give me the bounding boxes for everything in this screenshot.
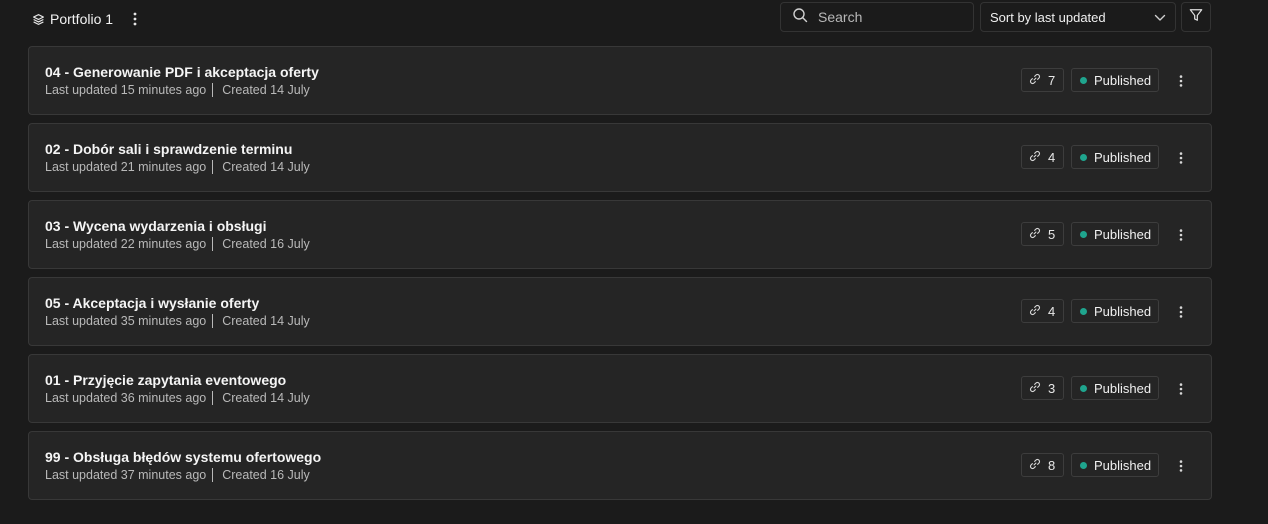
- status-badge: Published: [1071, 453, 1159, 477]
- links-count: 8: [1048, 457, 1056, 473]
- row-more-vertical-icon[interactable]: [1173, 148, 1189, 168]
- status-label: Published: [1094, 72, 1152, 88]
- link-icon: [1029, 304, 1041, 319]
- item-title[interactable]: 05 - Akceptacja i wysłanie oferty: [45, 295, 259, 311]
- links-count: 7: [1048, 72, 1056, 88]
- process-list: 04 - Generowanie PDF i akceptacja oferty…: [28, 46, 1212, 508]
- layers-icon: [32, 13, 45, 26]
- status-label: Published: [1094, 303, 1152, 319]
- links-count: 5: [1048, 226, 1056, 242]
- item-meta: Last updated 22 minutes ago Created 16 J…: [45, 237, 310, 251]
- links-count: 4: [1048, 303, 1056, 319]
- filter-button[interactable]: [1181, 2, 1211, 32]
- meta-divider: [212, 468, 214, 482]
- list-item[interactable]: 03 - Wycena wydarzenia i obsługi Last up…: [28, 200, 1212, 269]
- status-badge: Published: [1071, 68, 1159, 92]
- list-item[interactable]: 99 - Obsługa błędów systemu ofertowego L…: [28, 431, 1212, 500]
- status-dot: [1080, 461, 1087, 469]
- row-more-vertical-icon[interactable]: [1173, 456, 1189, 476]
- item-title[interactable]: 01 - Przyjęcie zapytania eventowego: [45, 372, 286, 388]
- row-more-vertical-icon[interactable]: [1173, 225, 1189, 245]
- item-title[interactable]: 99 - Obsługa błędów systemu ofertowego: [45, 449, 321, 465]
- meta-divider: [212, 314, 214, 328]
- item-last-updated: Last updated 21 minutes ago: [45, 160, 207, 174]
- links-count-badge[interactable]: 4: [1021, 145, 1065, 169]
- item-last-updated: Last updated 36 minutes ago: [45, 391, 207, 405]
- status-label: Published: [1094, 226, 1152, 242]
- list-item[interactable]: 05 - Akceptacja i wysłanie oferty Last u…: [28, 277, 1212, 346]
- meta-divider: [212, 237, 214, 251]
- link-icon: [1029, 150, 1041, 165]
- status-dot: [1080, 76, 1087, 84]
- item-meta: Last updated 21 minutes ago Created 14 J…: [45, 160, 310, 174]
- row-more-vertical-icon[interactable]: [1173, 379, 1189, 399]
- item-created: Created 16 July: [222, 237, 310, 251]
- link-icon: [1029, 458, 1041, 473]
- links-count-badge[interactable]: 4: [1021, 299, 1065, 323]
- filter-icon: [1189, 8, 1203, 27]
- links-count-badge[interactable]: 8: [1021, 453, 1065, 477]
- item-created: Created 14 July: [222, 391, 310, 405]
- status-badge: Published: [1071, 376, 1159, 400]
- item-last-updated: Last updated 22 minutes ago: [45, 237, 207, 251]
- item-created: Created 16 July: [222, 468, 310, 482]
- links-count-badge[interactable]: 5: [1021, 222, 1065, 246]
- sort-selected-value: Sort by last updated: [990, 9, 1106, 25]
- status-dot: [1080, 307, 1087, 315]
- item-last-updated: Last updated 35 minutes ago: [45, 314, 207, 328]
- item-meta: Last updated 15 minutes ago Created 14 J…: [45, 83, 310, 97]
- item-meta: Last updated 36 minutes ago Created 14 J…: [45, 391, 310, 405]
- status-dot: [1080, 153, 1087, 161]
- search-icon: [781, 7, 818, 28]
- item-title[interactable]: 04 - Generowanie PDF i akceptacja oferty: [45, 64, 319, 80]
- status-badge: Published: [1071, 222, 1159, 246]
- links-count-badge[interactable]: 7: [1021, 68, 1065, 92]
- status-label: Published: [1094, 457, 1152, 473]
- links-count: 3: [1048, 380, 1056, 396]
- portfolio-name: Portfolio 1: [50, 11, 114, 27]
- row-more-vertical-icon[interactable]: [1173, 302, 1189, 322]
- search-box[interactable]: [780, 2, 974, 32]
- link-icon: [1029, 227, 1041, 242]
- links-count: 4: [1048, 149, 1056, 165]
- portfolio-selector[interactable]: Portfolio 1: [32, 9, 113, 29]
- item-meta: Last updated 35 minutes ago Created 14 J…: [45, 314, 310, 328]
- meta-divider: [212, 160, 214, 174]
- list-item[interactable]: 02 - Dobór sali i sprawdzenie terminu La…: [28, 123, 1212, 192]
- status-label: Published: [1094, 380, 1152, 396]
- meta-divider: [212, 83, 214, 97]
- item-created: Created 14 July: [222, 160, 310, 174]
- more-vertical-icon[interactable]: [128, 9, 142, 29]
- search-input[interactable]: [818, 9, 958, 25]
- item-last-updated: Last updated 15 minutes ago: [45, 83, 207, 97]
- item-last-updated: Last updated 37 minutes ago: [45, 468, 207, 482]
- link-icon: [1029, 73, 1041, 88]
- list-item[interactable]: 04 - Generowanie PDF i akceptacja oferty…: [28, 46, 1212, 115]
- status-dot: [1080, 230, 1087, 238]
- item-created: Created 14 July: [222, 83, 310, 97]
- status-badge: Published: [1071, 299, 1159, 323]
- item-title[interactable]: 02 - Dobór sali i sprawdzenie terminu: [45, 141, 292, 157]
- meta-divider: [212, 391, 214, 405]
- row-more-vertical-icon[interactable]: [1173, 71, 1189, 91]
- links-count-badge[interactable]: 3: [1021, 376, 1065, 400]
- item-created: Created 14 July: [222, 314, 310, 328]
- sort-dropdown[interactable]: Sort by last updated: [980, 2, 1176, 32]
- link-icon: [1029, 381, 1041, 396]
- list-item[interactable]: 01 - Przyjęcie zapytania eventowego Last…: [28, 354, 1212, 423]
- chevron-down-icon: [1154, 10, 1166, 25]
- status-label: Published: [1094, 149, 1152, 165]
- top-bar: Portfolio 1 Sort by last updated: [0, 0, 1268, 38]
- status-dot: [1080, 384, 1087, 392]
- item-meta: Last updated 37 minutes ago Created 16 J…: [45, 468, 310, 482]
- status-badge: Published: [1071, 145, 1159, 169]
- item-title[interactable]: 03 - Wycena wydarzenia i obsługi: [45, 218, 266, 234]
